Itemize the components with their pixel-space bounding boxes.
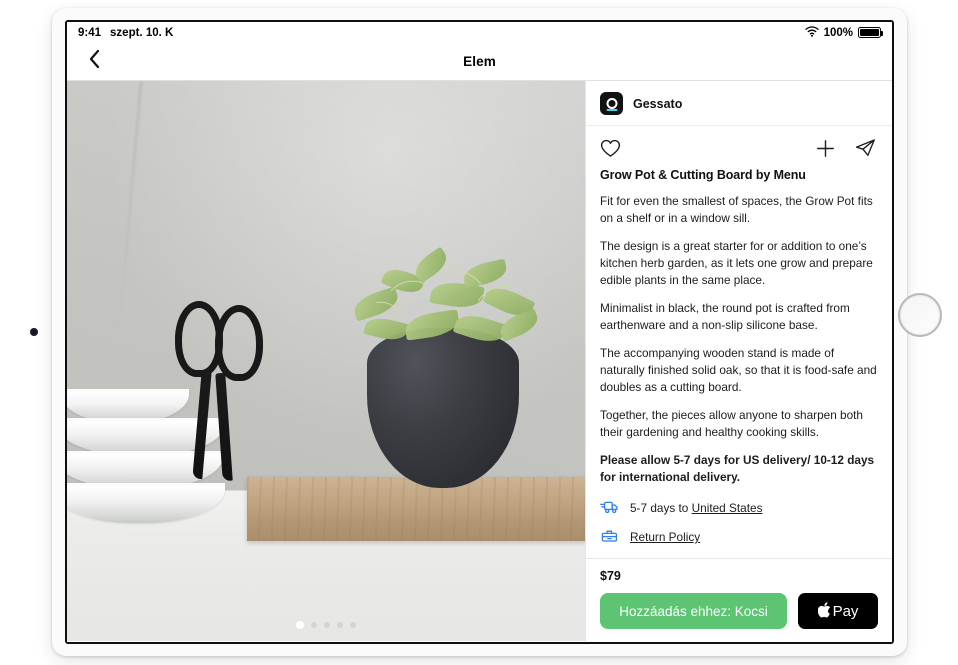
page-dot[interactable] — [296, 621, 304, 629]
return-box-icon — [600, 529, 619, 546]
delivery-note: Please allow 5-7 days for US delivery/ 1… — [600, 452, 875, 484]
apple-pay-button[interactable]: Pay — [798, 593, 878, 629]
gessato-logo-icon — [600, 92, 623, 115]
shipping-estimate-row[interactable]: 5-7 days to United States — [600, 500, 878, 517]
page-dot[interactable] — [324, 622, 330, 628]
merchant-name: Gessato — [633, 96, 683, 111]
product-paragraph: Fit for even the smallest of spaces, the… — [600, 194, 873, 225]
purchase-bar: $79 Hozzáadás ehhez: Kocsi Pay — [586, 558, 892, 641]
heart-icon[interactable] — [600, 139, 621, 158]
product-action-right-group — [816, 138, 876, 158]
battery-icon — [858, 27, 883, 38]
product-paragraph: Together, the pieces allow anyone to sha… — [600, 407, 863, 439]
shipping-estimate-text: 5-7 days to United States — [630, 501, 762, 515]
page-title: Elem — [463, 54, 496, 69]
battery-percent-label: 100% — [823, 26, 853, 39]
delivery-truck-icon — [600, 500, 619, 517]
shipping-estimate-prefix: 5-7 days to — [630, 501, 692, 516]
status-date: szept. 10. K — [110, 26, 174, 39]
product-paragraph: Minimalist in black, the round pot is cr… — [600, 300, 850, 332]
return-policy-row[interactable]: Return Policy — [600, 529, 878, 546]
device-screen: 9:41 szept. 10. K 100% Elem Gessato Grow… — [67, 22, 892, 642]
product-paragraph: The accompanying wooden stand is made of… — [600, 345, 877, 394]
shipping-info-group: 5-7 days to United States Return Policy — [600, 500, 878, 546]
device-bezel: 9:41 szept. 10. K 100% Elem Gessato Grow… — [65, 20, 894, 644]
apple-logo-icon — [817, 601, 831, 621]
product-price: $79 — [600, 569, 621, 583]
status-time: 9:41 — [78, 26, 102, 39]
plant-greens — [335, 241, 555, 361]
merchant-row[interactable]: Gessato — [586, 81, 892, 126]
share-paper-plane-icon[interactable] — [855, 138, 876, 158]
cutting-board-product — [247, 477, 585, 541]
gallery-page-dots[interactable] — [67, 621, 585, 629]
apple-pay-label: Pay — [832, 602, 859, 620]
product-description-scroll[interactable]: Grow Pot & Cutting Board by Menu Fit for… — [586, 168, 892, 558]
product-detail-panel: Gessato Grow Pot & Cutting Board by Menu… — [585, 81, 892, 641]
purchase-buttons: Hozzáadás ehhez: Kocsi Pay — [600, 593, 878, 629]
page-dot[interactable] — [311, 622, 317, 628]
status-bar-left: 9:41 szept. 10. K — [78, 27, 173, 39]
add-to-cart-button[interactable]: Hozzáadás ehhez: Kocsi — [600, 593, 787, 629]
item-detail-content: Gessato Grow Pot & Cutting Board by Menu… — [67, 81, 892, 641]
product-image-gallery[interactable] — [67, 81, 585, 641]
front-camera-icon — [30, 328, 38, 336]
page-dot[interactable] — [350, 622, 356, 628]
back-button[interactable] — [77, 45, 111, 79]
wifi-icon — [804, 26, 819, 39]
shipping-destination-link[interactable]: United States — [692, 501, 763, 515]
home-button[interactable] — [898, 293, 942, 337]
product-title: Grow Pot & Cutting Board by Menu — [600, 168, 806, 182]
plus-icon[interactable] — [816, 139, 835, 158]
status-bar: 9:41 szept. 10. K 100% — [67, 22, 892, 43]
scissors-prop — [175, 301, 267, 491]
chevron-left-icon — [88, 49, 101, 74]
status-bar-right: 100% — [804, 26, 883, 39]
return-policy-link[interactable]: Return Policy — [630, 530, 700, 544]
product-paragraph: The design is a great starter for or add… — [600, 238, 873, 287]
page-dot[interactable] — [337, 622, 343, 628]
product-action-row — [586, 126, 892, 168]
navigation-bar: Elem — [67, 43, 892, 81]
ipad-device-frame: 9:41 szept. 10. K 100% Elem Gessato Grow… — [30, 8, 942, 656]
